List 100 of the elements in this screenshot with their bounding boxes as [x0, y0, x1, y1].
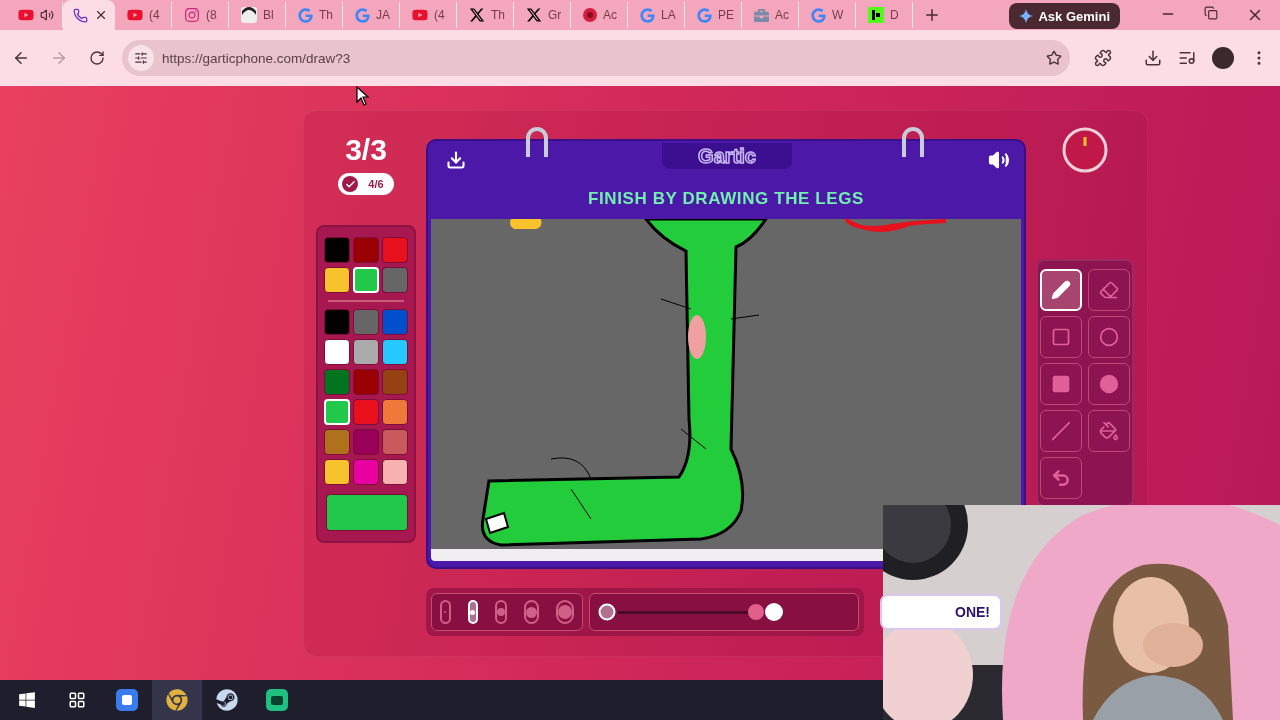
ring-icon — [526, 127, 548, 157]
tool-button[interactable] — [1088, 269, 1130, 311]
color-swatch[interactable] — [324, 428, 350, 455]
color-swatch[interactable] — [324, 308, 350, 335]
browser-tab[interactable]: LA — [628, 2, 685, 28]
ask-gemini-button[interactable]: Ask Gemini — [1009, 3, 1120, 29]
color-swatch[interactable] — [382, 398, 408, 425]
color-swatch[interactable] — [353, 428, 379, 455]
extensions-icon[interactable] — [1094, 49, 1112, 67]
color-swatch[interactable] — [324, 237, 350, 263]
g-icon — [811, 7, 826, 23]
bucket-icon — [1099, 421, 1119, 441]
undo-icon — [1051, 468, 1071, 488]
new-tab-icon[interactable] — [923, 6, 941, 24]
tool-button[interactable] — [1088, 410, 1130, 452]
color-swatch[interactable] — [382, 368, 408, 395]
prompt-text: FINISH BY DRAWING THE LEGS — [587, 188, 865, 210]
download-icon[interactable] — [1144, 49, 1162, 67]
chrome-icon[interactable] — [166, 689, 188, 711]
square-icon — [1051, 327, 1071, 347]
close-tab-icon[interactable] — [94, 8, 108, 22]
color-swatch[interactable] — [353, 368, 379, 395]
color-swatch[interactable] — [353, 237, 379, 263]
tab-title: LA — [661, 8, 676, 22]
browser-tab[interactable]: Th — [457, 2, 514, 28]
browser-tab[interactable]: (4 — [400, 2, 457, 28]
browser-tab[interactable]: Th — [286, 2, 343, 28]
x-icon — [469, 7, 485, 23]
windows-icon[interactable] — [18, 691, 36, 709]
color-swatch[interactable] — [353, 458, 379, 485]
tab-title: Gr — [548, 8, 562, 22]
youtube-icon — [412, 7, 428, 23]
tool-button[interactable] — [1088, 363, 1130, 405]
browser-tab[interactable]: PE — [685, 2, 742, 28]
star-icon[interactable] — [1046, 50, 1062, 66]
reload-icon[interactable] — [89, 50, 105, 66]
address-bar[interactable]: https://garticphone.com/draw?3 — [122, 40, 1070, 76]
browser-tab[interactable]: D — [856, 2, 913, 28]
site-settings-icon[interactable] — [134, 51, 148, 65]
youtube-icon — [127, 7, 143, 23]
tool-button[interactable] — [1040, 457, 1082, 499]
browser-tab[interactable] — [63, 0, 115, 30]
face-icon — [241, 7, 257, 23]
restore-icon[interactable] — [1204, 6, 1218, 20]
speaker-icon[interactable] — [40, 8, 54, 22]
drawing-canvas[interactable] — [431, 219, 1021, 549]
paint-blob — [510, 219, 542, 229]
color-swatch[interactable] — [382, 458, 408, 485]
color-swatch[interactable] — [353, 308, 379, 335]
swirl-icon — [583, 8, 597, 22]
back-icon[interactable] — [12, 49, 30, 67]
tool-button[interactable] — [1040, 316, 1082, 358]
app-icon[interactable] — [116, 689, 138, 711]
browser-tab[interactable]: Bl — [229, 2, 286, 28]
eraser-icon — [1099, 280, 1119, 300]
browser-tab[interactable]: Ac — [742, 2, 799, 28]
color-swatch[interactable] — [353, 398, 379, 425]
speaker-icon[interactable] — [988, 149, 1010, 171]
low-opacity-icon — [598, 603, 616, 621]
browser-tab[interactable]: (4 — [115, 2, 172, 28]
camera-icon — [184, 7, 200, 23]
color-swatch[interactable] — [382, 428, 408, 455]
tool-button[interactable] — [1088, 316, 1130, 358]
tab-title: W — [832, 8, 844, 22]
tab-title: (8 — [206, 8, 217, 22]
browser-tab[interactable]: Gr — [514, 2, 571, 28]
tool-button[interactable] — [1040, 363, 1082, 405]
browser-tab[interactable]: W — [799, 2, 856, 28]
slider-thumb[interactable] — [748, 604, 764, 620]
browser-tab[interactable]: (8 — [172, 2, 229, 28]
color-swatch[interactable] — [324, 458, 350, 485]
app-icon[interactable] — [266, 689, 288, 711]
phone-icon — [73, 7, 88, 23]
tab-title: PE — [718, 8, 734, 22]
timer-icon — [1062, 127, 1108, 173]
color-swatch[interactable] — [382, 267, 408, 293]
sparkle-icon — [1019, 9, 1034, 23]
media-icon[interactable] — [1178, 49, 1196, 67]
color-swatch[interactable] — [382, 308, 408, 335]
steam-icon[interactable] — [216, 689, 238, 711]
color-swatch[interactable] — [382, 338, 408, 365]
color-swatch[interactable] — [382, 237, 408, 263]
color-swatch[interactable] — [324, 368, 350, 395]
avatar-icon[interactable] — [1212, 47, 1234, 69]
game-logo: Gartic — [662, 143, 792, 169]
full-opacity-icon — [764, 602, 784, 622]
tab-title: (4 — [434, 8, 445, 22]
circle-icon — [1099, 327, 1119, 347]
color-swatch[interactable] — [353, 338, 379, 365]
download-icon[interactable] — [446, 150, 466, 170]
task-view-icon[interactable] — [68, 691, 86, 709]
done-button[interactable]: ONE! — [880, 594, 1002, 630]
browser-tab[interactable]: JA — [343, 2, 400, 28]
color-swatch[interactable] — [324, 267, 350, 293]
color-swatch[interactable] — [324, 338, 350, 365]
pencil-icon — [1051, 280, 1071, 300]
tab-title: Ac — [603, 8, 617, 22]
browser-tab[interactable]: Ac — [571, 2, 628, 28]
done-count-badge: 4/6 — [338, 173, 394, 195]
check-icon — [342, 176, 359, 192]
